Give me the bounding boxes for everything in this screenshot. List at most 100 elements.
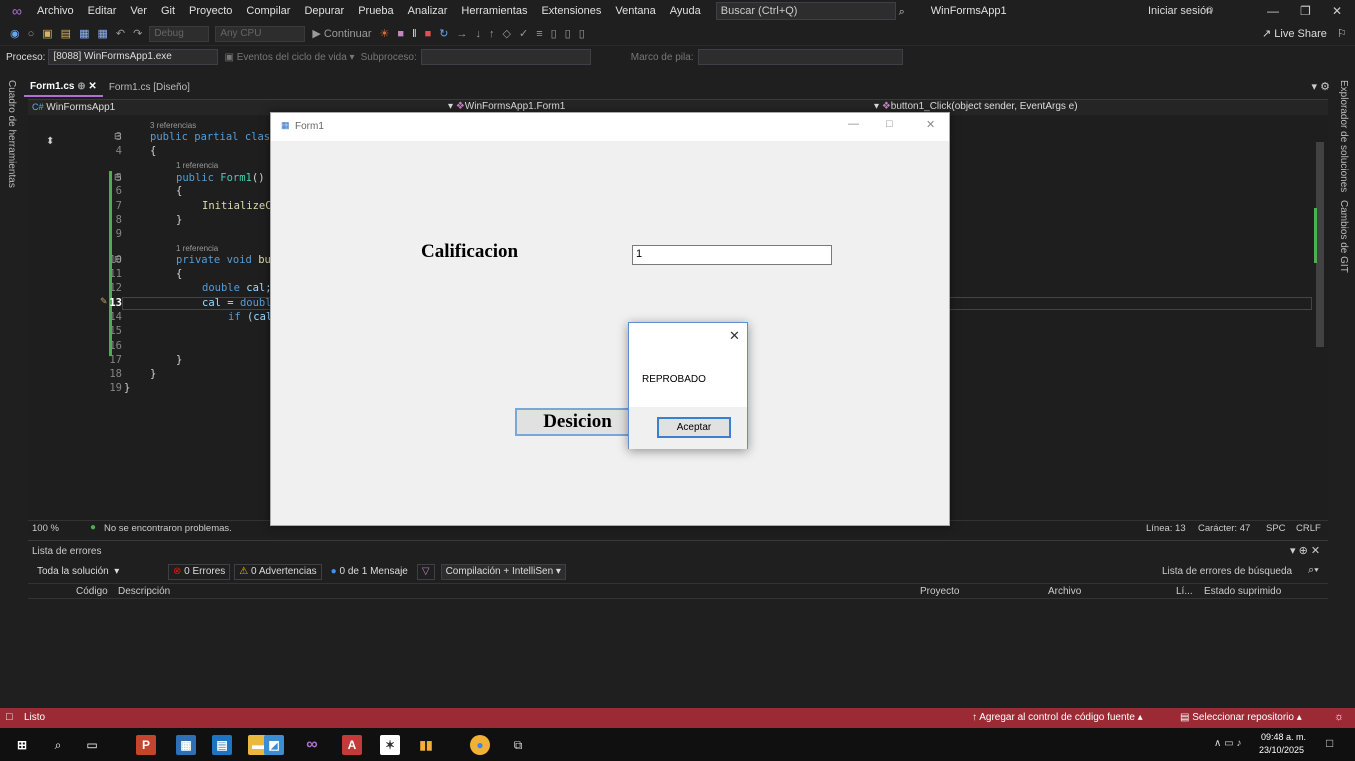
back-icon[interactable]: ◉ [10, 27, 20, 40]
error-search-input[interactable]: Lista de errores de búsqueda [1162, 566, 1292, 577]
menu-analizar[interactable]: Analizar [401, 0, 455, 22]
powerpoint-icon[interactable]: P [136, 735, 156, 755]
clock-time[interactable]: 09:48 a. m. [1261, 732, 1306, 742]
notification-center-icon[interactable]: □ [1326, 736, 1333, 750]
filter-icon[interactable]: ▽ [416, 564, 435, 580]
tab-form1-cs[interactable]: Form1.cs ⊕ ✕ [24, 79, 103, 97]
close-icon[interactable]: ✕ [88, 81, 96, 92]
col-project[interactable]: Proyecto [920, 586, 959, 597]
git-changes-tab[interactable]: Cambios de GIT [1338, 200, 1349, 273]
step-into-icon[interactable]: ↓ [476, 28, 482, 40]
liveshare-button[interactable]: ↗ Live Share [1262, 27, 1327, 40]
store-icon[interactable]: ▮▮ [416, 735, 436, 755]
lifecycle-events-button[interactable]: ▣ Eventos del ciclo de vida ▾ [224, 52, 354, 63]
tab-form1-design[interactable]: Form1.cs [Diseño] [103, 80, 196, 96]
account-icon[interactable]: ☺ [1204, 4, 1215, 16]
accept-button[interactable]: Aceptar [657, 417, 731, 438]
signin-button[interactable]: Iniciar sesión [1148, 0, 1212, 22]
scope-select[interactable]: Toda la solución ▾ [32, 564, 162, 580]
search-box[interactable]: Buscar (Ctrl+Q) ⌕ [715, 2, 905, 20]
continue-button[interactable]: ▶ Continuar [312, 27, 371, 40]
sort-icon[interactable]: ⬍ [46, 136, 54, 147]
visual-studio-icon[interactable]: ∞ [302, 735, 322, 755]
vertical-scrollbar[interactable] [1314, 120, 1326, 516]
menu-ver[interactable]: Ver [123, 0, 154, 22]
add-source-control-button[interactable]: ↑ Agregar al control de código fuente ▴ [972, 712, 1143, 723]
redo-icon[interactable]: ↷ [133, 27, 142, 40]
errors-filter-button[interactable]: ⊗ 0 Errores [168, 564, 231, 580]
minimize-button[interactable]: — [1267, 0, 1279, 22]
ref-lens-3[interactable]: 3 referencias [150, 121, 196, 130]
col-line[interactable]: Lí... [1176, 586, 1193, 597]
problems-status[interactable]: No se encontraron problemas. [104, 523, 232, 534]
undo-icon[interactable]: ↶ [116, 27, 125, 40]
col-file[interactable]: Archivo [1048, 586, 1081, 597]
clock-date[interactable]: 23/10/2025 [1259, 745, 1304, 755]
format-icon[interactable]: ≡ [536, 28, 542, 40]
select-repo-button[interactable]: ▤ Seleccionar repositorio ▴ [1180, 712, 1302, 723]
restore-button[interactable]: ❐ [1300, 0, 1311, 22]
col-description[interactable]: Descripción [118, 586, 170, 597]
warnings-filter-button[interactable]: ⚠ 0 Advertencias [234, 564, 322, 580]
feedback-icon[interactable]: ⚐ [1337, 27, 1347, 40]
menu-ayuda[interactable]: Ayuda [663, 0, 708, 22]
menu-herramientas[interactable]: Herramientas [454, 0, 534, 22]
vs-logo-icon[interactable]: ∞ [0, 3, 30, 19]
stop-icon[interactable]: ■ [425, 28, 432, 40]
menu-extensiones[interactable]: Extensiones [534, 0, 608, 22]
menu-prueba[interactable]: Prueba [351, 0, 400, 22]
collapse-icon[interactable]: ⊟ [114, 131, 122, 142]
process-select[interactable]: [8088] WinFormsApp1.exe [48, 49, 219, 65]
scrollbar-thumb[interactable] [1316, 142, 1324, 347]
platform-select[interactable]: Any CPU [215, 25, 306, 42]
msgbox-close-button[interactable]: ✕ [729, 328, 740, 344]
decision-button[interactable]: Desicion [515, 408, 640, 436]
pin-icon[interactable]: ⊕ [77, 81, 85, 92]
calificacion-input[interactable]: 1 [632, 245, 832, 265]
line-ending-indicator[interactable]: CRLF [1296, 523, 1321, 534]
bookmark-icon[interactable]: ▯ [551, 27, 557, 40]
search-icon[interactable]: ⌕ [48, 735, 68, 755]
notifications-icon[interactable]: ☼ [1334, 711, 1344, 723]
save-all-icon[interactable]: ▦ [97, 27, 107, 40]
form1-titlebar[interactable]: ▦ Form1 — □ ✕ [271, 113, 949, 141]
close-window-button[interactable]: ✕ [1332, 0, 1342, 22]
panel-controls-icon[interactable]: ▾ ⊕ ✕ [1290, 544, 1320, 557]
col-suppressed[interactable]: Estado suprimido [1204, 586, 1281, 597]
bookmark-prev-icon[interactable]: ▯ [565, 27, 571, 40]
open-icon[interactable]: ▤ [61, 27, 71, 40]
build-select[interactable]: Compilación + IntelliSen ▾ [440, 564, 566, 580]
hot-reload-icon[interactable]: ☀ [380, 27, 390, 40]
line-indicator[interactable]: Línea: 13 [1146, 523, 1186, 534]
ref-lens-1a[interactable]: 1 referencia [176, 161, 218, 170]
config-select[interactable]: Debug [149, 25, 210, 42]
menu-archivo[interactable]: Archivo [30, 0, 81, 22]
forward-icon[interactable]: ○ [28, 28, 35, 40]
menu-proyecto[interactable]: Proyecto [182, 0, 239, 22]
menu-compilar[interactable]: Compilar [239, 0, 297, 22]
collapse-icon[interactable]: ⊟ [114, 172, 122, 183]
form-maximize-button[interactable]: □ [886, 118, 893, 130]
image-app-icon[interactable]: ◩ [264, 735, 284, 755]
calendar-icon[interactable]: ▤ [212, 735, 232, 755]
menu-depurar[interactable]: Depurar [297, 0, 351, 22]
step-icon[interactable]: → [457, 28, 468, 40]
col-code[interactable]: Código [76, 586, 108, 597]
save-icon[interactable]: ▦ [79, 27, 89, 40]
thread-select[interactable] [420, 49, 591, 65]
column-indicator[interactable]: Carácter: 47 [1198, 523, 1250, 534]
spacing-indicator[interactable]: SPC [1266, 523, 1286, 534]
step-out-icon[interactable]: ↑ [489, 28, 495, 40]
stack-frame-select[interactable] [697, 49, 903, 65]
solution-explorer-tab[interactable]: Explorador de soluciones [1338, 80, 1349, 192]
ref-lens-1b[interactable]: 1 referencia [176, 244, 218, 253]
form-close-button[interactable]: ✕ [926, 118, 935, 131]
access-icon[interactable]: A [342, 735, 362, 755]
search-icon[interactable]: ⌕▾ [1308, 564, 1319, 577]
collapse-icon[interactable]: ⊟ [114, 254, 122, 265]
form-minimize-button[interactable]: — [848, 118, 859, 130]
restart-icon[interactable]: ↻ [439, 27, 448, 40]
task-view-icon[interactable]: ▭ [82, 735, 102, 755]
pause-icon[interactable]: ‖ [412, 28, 417, 40]
tray-icons[interactable]: ∧ ▭ ♪ [1214, 738, 1241, 749]
